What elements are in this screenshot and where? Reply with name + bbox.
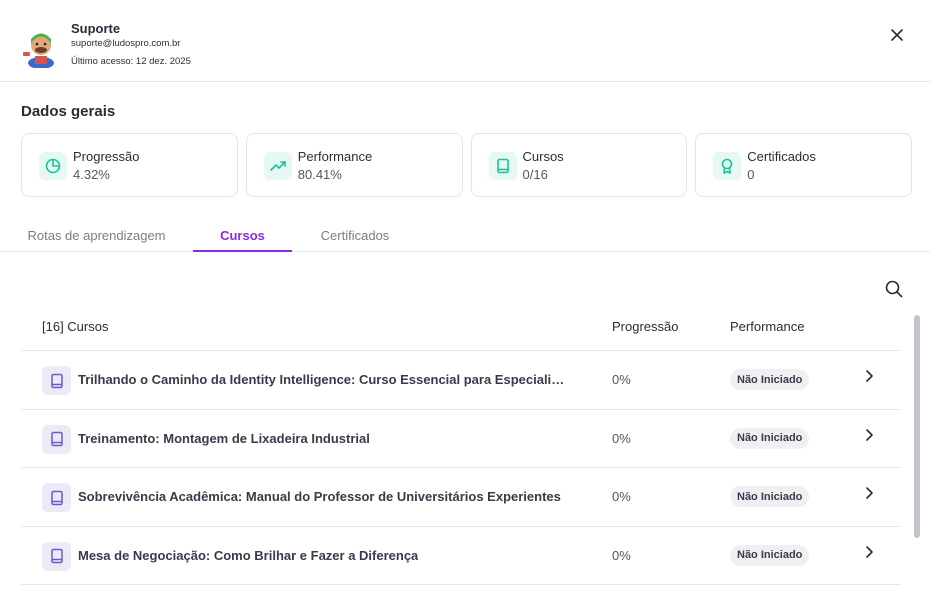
table-row[interactable]: Treinamento: Montagem de Lixadeira Indus…	[21, 410, 901, 468]
pie-chart-icon	[39, 152, 67, 180]
status-badge: Não Iniciado	[730, 486, 810, 507]
course-title: Treinamento: Montagem de Lixadeira Indus…	[78, 430, 370, 446]
scrollbar-thumb[interactable]	[914, 315, 920, 538]
tab-learning-paths[interactable]: Rotas de aprendizagem	[20, 218, 173, 252]
trending-up-icon	[263, 152, 292, 180]
stat-card-courses: Cursos 0/16	[470, 133, 688, 197]
status-badge: Não Iniciado	[730, 427, 810, 449]
close-icon	[891, 29, 903, 41]
header-courses: [16] Cursos	[42, 319, 109, 334]
tab-certificates[interactable]: Certificados	[308, 218, 402, 252]
section-title: Dados gerais	[21, 103, 116, 120]
tab-courses[interactable]: Cursos	[193, 218, 292, 252]
table-row[interactable]: Sobrevivência Acadêmica: Manual do Profe…	[21, 468, 901, 527]
table-header: [16] Cursos Progressão Performance	[21, 310, 901, 351]
book-icon	[42, 483, 71, 512]
table-row[interactable]: Mesa de Negociação: Como Brilhar e Fazer…	[21, 527, 901, 585]
course-progress: 0%	[612, 372, 631, 387]
book-icon	[42, 424, 71, 454]
course-title: Mesa de Negociação: Como Brilhar e Fazer…	[78, 547, 419, 563]
stat-label: Cursos	[522, 149, 564, 164]
stat-value: 80.41%	[297, 167, 342, 182]
last-access: Último acesso: 12 dez. 2025	[71, 56, 191, 67]
stat-card-progress: Progressão 4.32%	[21, 133, 238, 197]
course-title: Sobrevivência Acadêmica: Manual do Profe…	[78, 489, 561, 504]
stat-label: Performance	[297, 149, 373, 164]
header-progress: Progressão	[612, 319, 679, 334]
status-badge: Não Iniciado	[730, 369, 810, 390]
award-icon	[713, 152, 742, 180]
stat-value: 4.32%	[73, 167, 110, 182]
status-badge: Não Iniciado	[730, 544, 810, 566]
course-progress: 0%	[612, 489, 631, 504]
stat-card-performance: Performance 80.41%	[245, 133, 463, 197]
search-button[interactable]	[884, 279, 904, 299]
book-icon	[42, 366, 71, 395]
chevron-right-icon	[866, 487, 873, 499]
close-button[interactable]	[886, 24, 908, 46]
stat-card-certificates: Certificados 0	[695, 133, 912, 197]
user-header: Suporte suporte@ludospro.com.br Último a…	[0, 0, 930, 82]
stat-label: Certificados	[747, 149, 816, 164]
course-progress: 0%	[612, 430, 631, 446]
chevron-right-icon	[866, 545, 873, 558]
stats-cards: Progressão 4.32% Performance 80.41% Curs…	[21, 133, 912, 197]
user-avatar	[22, 30, 60, 69]
course-title: Trilhando o Caminho da Identity Intellig…	[78, 372, 568, 387]
header-performance: Performance	[730, 319, 805, 334]
table-row[interactable]: Trilhando o Caminho da Identity Intellig…	[21, 351, 901, 410]
user-name: Suporte	[71, 21, 121, 36]
courses-table: [16] Cursos Progressão Performance Trilh…	[21, 310, 901, 585]
chevron-right-icon	[866, 428, 873, 441]
book-icon	[42, 541, 71, 571]
book-icon	[488, 152, 517, 180]
chevron-right-icon	[866, 370, 873, 382]
course-progress: 0%	[612, 547, 631, 563]
search-icon	[885, 280, 903, 298]
tabs-bar: Rotas de aprendizagem Cursos Certificado…	[0, 218, 930, 252]
stat-value: 0	[747, 167, 755, 182]
stat-value: 0/16	[522, 167, 548, 182]
stat-label: Progressão	[73, 149, 140, 164]
user-email: suporte@ludospro.com.br	[71, 38, 181, 49]
